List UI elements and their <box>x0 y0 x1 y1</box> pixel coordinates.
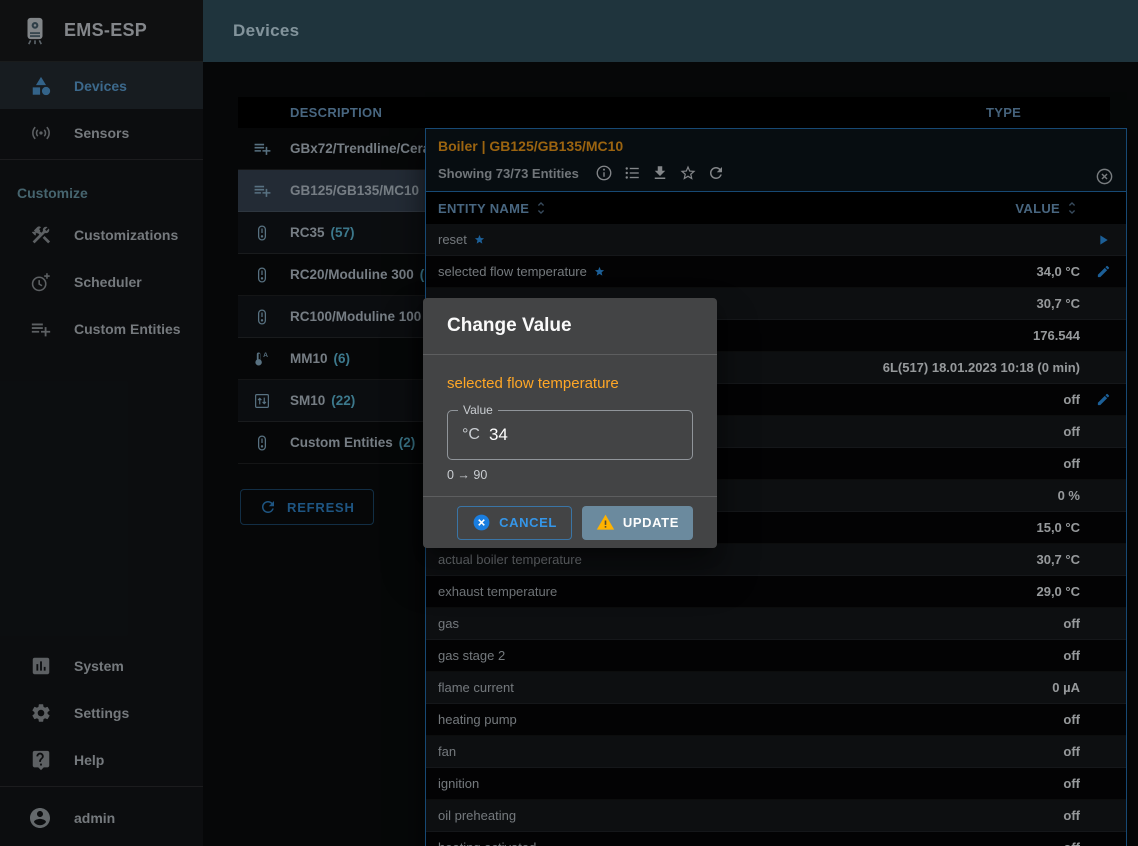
cancel-label: CANCEL <box>499 515 557 530</box>
ems-esp-app: EMS-ESP Devices Devices Sensors Customiz… <box>0 0 1138 846</box>
dialog-header: Change Value <box>423 298 717 355</box>
value-input-text: 34 <box>489 425 508 445</box>
warning-icon <box>596 513 615 532</box>
update-button[interactable]: UPDATE <box>582 506 693 540</box>
update-label: UPDATE <box>623 515 679 530</box>
dialog-body: selected flow temperature Value °C 34 0 … <box>423 355 717 496</box>
value-range-helper: 0 → 90 <box>447 468 693 482</box>
change-value-dialog: Change Value selected flow temperature V… <box>423 298 717 548</box>
dialog-footer: CANCEL UPDATE <box>423 496 717 548</box>
unit-adornment: °C <box>462 426 480 444</box>
dialog-title: Change Value <box>447 315 572 336</box>
entity-label: selected flow temperature <box>447 375 693 392</box>
cancel-circle-icon <box>472 513 491 532</box>
value-input-label: Value <box>458 403 498 417</box>
cancel-button[interactable]: CANCEL <box>457 506 572 540</box>
value-input[interactable]: Value °C 34 <box>447 410 693 460</box>
